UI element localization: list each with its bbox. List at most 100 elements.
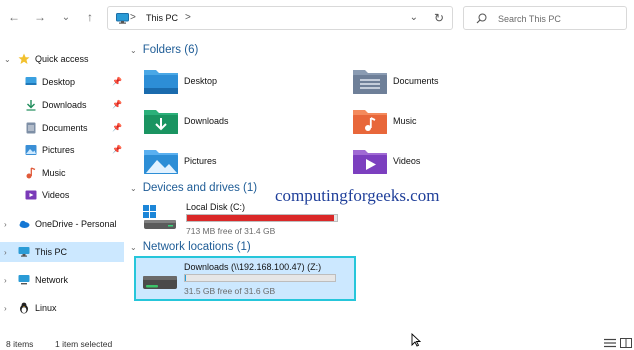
drive-usage-fill [187, 215, 334, 221]
item-count: 8 items [6, 339, 34, 349]
folder-pictures[interactable]: Pictures [143, 146, 323, 182]
recent-locations-button[interactable]: ⌄ [58, 9, 74, 25]
videos-folder-icon [353, 150, 387, 174]
drive-name: Local Disk (C:) [186, 202, 246, 212]
sidebar-item-linux[interactable]: › Linux [0, 298, 124, 318]
folder-desktop[interactable]: Desktop [143, 66, 323, 102]
forward-button[interactable]: → [32, 9, 48, 25]
large-icons-view-icon[interactable] [620, 338, 632, 348]
search-placeholder: Search This PC [498, 14, 561, 24]
sidebar-item-documents[interactable]: Documents 📌 [0, 118, 124, 138]
pin-icon: 📌 [112, 100, 122, 109]
chevron-down-icon[interactable]: ⌄ [130, 243, 137, 252]
group-header-folders[interactable]: ⌄ Folders (6) [130, 44, 198, 56]
sidebar-item-this-pc[interactable]: › This PC [0, 242, 124, 262]
chevron-down-icon[interactable]: ⌄ [130, 184, 137, 193]
selection-count: 1 item selected [55, 339, 113, 349]
address-toolbar: ← → ⌄ ↑ > This PC > ⌄ ↻ Search This PC [0, 0, 634, 36]
folder-name: Videos [393, 156, 421, 166]
folder-name: Desktop [184, 76, 218, 86]
drive-usage-bar [184, 274, 336, 282]
download-icon [26, 100, 36, 111]
sidebar-item-music[interactable]: Music [0, 163, 124, 183]
sidebar-item-label: Linux [35, 303, 57, 313]
drive-free-space: 713 MB free of 31.4 GB [186, 226, 276, 236]
documents-icon [26, 122, 36, 134]
sidebar-item-quick-access[interactable]: ⌄ Quick access [0, 49, 124, 69]
back-arrow-icon: ← [8, 10, 20, 24]
pin-icon: 📌 [112, 123, 122, 132]
up-arrow-icon: ↑ [87, 10, 93, 24]
sidebar-item-label: Desktop [42, 77, 76, 87]
desktop-folder-icon [25, 77, 37, 85]
sidebar-item-label: Documents [42, 123, 88, 133]
chevron-right-icon[interactable]: › [4, 276, 7, 285]
folder-documents[interactable]: Documents [352, 66, 532, 102]
sidebar-item-videos[interactable]: Videos [0, 185, 124, 205]
desktop-folder-icon [144, 70, 178, 94]
group-header-network[interactable]: ⌄ Network locations (1) [130, 241, 251, 253]
chevron-right-icon[interactable]: › [4, 304, 7, 313]
address-dropdown-icon[interactable]: ⌄ [410, 12, 418, 23]
sidebar-item-label: Network [35, 275, 69, 285]
group-title: Network locations (1) [142, 241, 251, 253]
sidebar-item-label: Pictures [42, 145, 75, 155]
breadcrumb-this-pc[interactable]: This PC [146, 13, 178, 23]
folder-name: Pictures [184, 156, 217, 166]
sidebar-item-onedrive[interactable]: › OneDrive - Personal [0, 214, 124, 234]
sidebar-item-pictures[interactable]: Pictures 📌 [0, 140, 124, 160]
forward-arrow-icon: → [34, 10, 46, 24]
linux-penguin-icon [20, 302, 28, 314]
folder-name: Downloads [184, 116, 229, 126]
drive-free-space: 31.5 GB free of 31.6 GB [184, 286, 276, 296]
music-icon [26, 167, 36, 179]
group-header-devices[interactable]: ⌄ Devices and drives (1) [130, 182, 257, 194]
search-box[interactable]: Search This PC [463, 6, 627, 30]
sidebar-item-label: Quick access [35, 54, 89, 64]
onedrive-icon [19, 220, 30, 228]
drive-name: Downloads (\\192.168.100.47) (Z:) [184, 262, 322, 272]
sidebar-item-desktop[interactable]: Desktop 📌 [0, 72, 124, 92]
refresh-icon[interactable]: ↻ [434, 11, 444, 25]
sidebar-item-downloads[interactable]: Downloads 📌 [0, 95, 124, 115]
pictures-folder-icon [144, 150, 178, 174]
watermark-text: computingforgeeks.com [275, 186, 440, 205]
folder-downloads[interactable]: Downloads [143, 106, 323, 142]
breadcrumb-separator[interactable]: > [185, 12, 191, 23]
address-bar[interactable]: > This PC > ⌄ ↻ [107, 6, 453, 30]
pin-icon: 📌 [112, 145, 122, 154]
group-title: Folders (6) [142, 44, 199, 56]
downloads-folder-icon [144, 110, 178, 134]
up-button[interactable]: ↑ [82, 9, 98, 25]
pin-icon: 📌 [112, 77, 122, 86]
folder-name: Music [393, 116, 417, 126]
sidebar-item-label: This PC [35, 247, 68, 257]
chevron-down-icon[interactable]: ⌄ [130, 46, 137, 55]
network-icon [18, 275, 30, 285]
sidebar-item-label: Downloads [42, 100, 87, 110]
sidebar-item-label: Music [42, 168, 66, 178]
network-drive-icon [143, 276, 177, 289]
pc-icon [116, 13, 129, 24]
folder-name: Documents [393, 76, 439, 86]
local-disk-icon [143, 205, 176, 229]
documents-folder-icon [353, 70, 387, 94]
folder-videos[interactable]: Videos [352, 146, 532, 182]
breadcrumb-separator: > [130, 12, 136, 23]
chevron-right-icon[interactable]: › [4, 220, 7, 229]
details-view-icon[interactable] [604, 338, 616, 348]
sidebar-item-label: Videos [42, 190, 70, 200]
music-folder-icon [353, 110, 387, 134]
search-icon [476, 13, 487, 24]
chevron-down-icon[interactable]: ⌄ [4, 55, 11, 64]
navigation-pane: ⌄ Quick access Desktop 📌 Downloads 📌 Doc… [0, 44, 124, 324]
chevron-right-icon[interactable]: › [4, 248, 7, 257]
sidebar-item-network[interactable]: › Network [0, 270, 124, 290]
group-title: Devices and drives (1) [142, 182, 258, 194]
back-button[interactable]: ← [6, 9, 22, 25]
videos-icon [25, 190, 37, 200]
status-bar: 8 items 1 item selected [0, 336, 634, 350]
sidebar-item-label: OneDrive - Personal [35, 219, 117, 229]
network-drive-z[interactable]: Downloads (\\192.168.100.47) (Z:) 31.5 G… [134, 256, 356, 301]
folder-music[interactable]: Music [352, 106, 532, 142]
